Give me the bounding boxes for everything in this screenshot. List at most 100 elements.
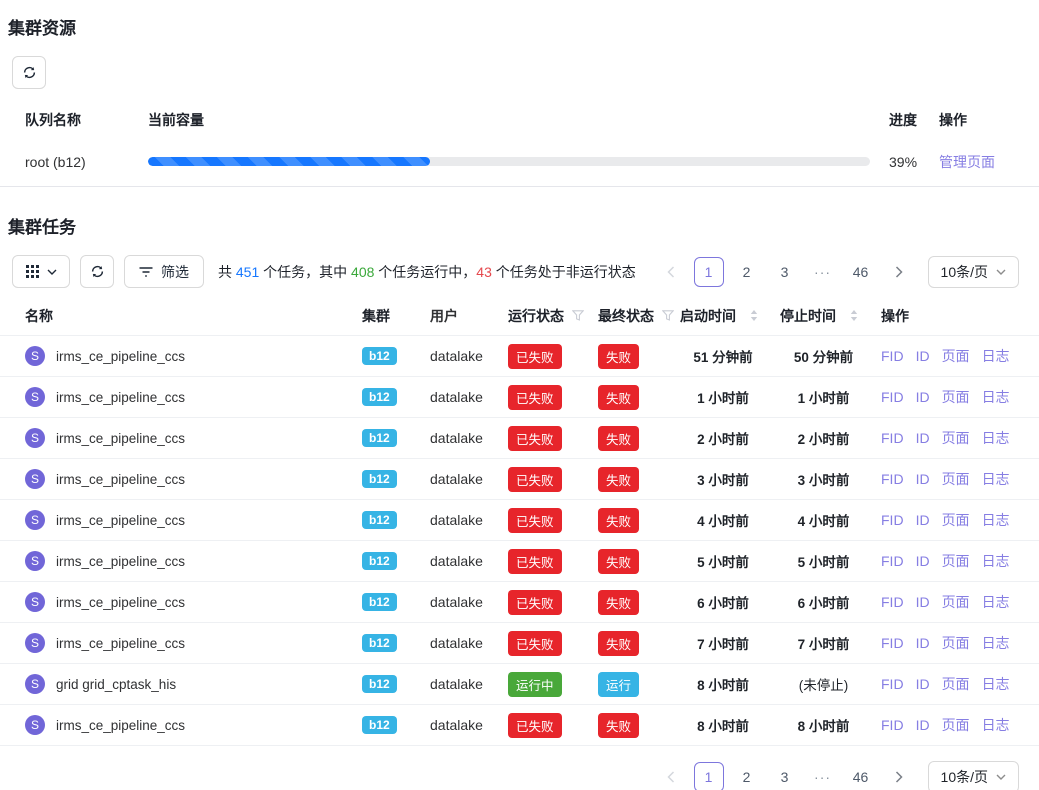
- fid-link[interactable]: FID: [881, 717, 904, 733]
- start-time: 1 小时前: [680, 387, 780, 407]
- avatar: S: [25, 387, 45, 407]
- task-row: S irms_ce_pipeline_ccs b12 datalake 已失败 …: [0, 418, 1039, 459]
- start-time: 7 小时前: [680, 633, 780, 653]
- cluster-tasks-title: 集群任务: [0, 213, 1039, 238]
- filter-funnel-icon[interactable]: [572, 310, 584, 321]
- final-status-badge: 失败: [598, 713, 639, 738]
- column-settings-button[interactable]: [12, 255, 70, 288]
- pagination-page-46[interactable]: 46: [846, 257, 876, 287]
- pagination-next-button[interactable]: [884, 762, 914, 790]
- task-name: irms_ce_pipeline_ccs: [56, 513, 185, 528]
- summary-text: 个任务运行中，: [374, 264, 476, 280]
- sort-icon[interactable]: [850, 310, 858, 321]
- page-link[interactable]: 页面: [942, 592, 970, 612]
- pagination-page-1[interactable]: 1: [694, 762, 724, 790]
- capacity-progress-bar: [148, 157, 870, 166]
- fid-link[interactable]: FID: [881, 635, 904, 651]
- log-link[interactable]: 日志: [982, 674, 1010, 694]
- column-header-action: 操作: [881, 306, 1019, 326]
- run-status-badge: 已失败: [508, 631, 562, 656]
- log-link[interactable]: 日志: [982, 592, 1010, 612]
- page-link[interactable]: 页面: [942, 715, 970, 735]
- column-header-action: 操作: [939, 110, 1019, 130]
- column-header-user: 用户: [430, 306, 508, 326]
- log-link[interactable]: 日志: [982, 469, 1010, 489]
- log-link[interactable]: 日志: [982, 387, 1010, 407]
- fid-link[interactable]: FID: [881, 553, 904, 569]
- id-link[interactable]: ID: [916, 389, 930, 405]
- pagination-prev-button[interactable]: [656, 762, 686, 790]
- log-link[interactable]: 日志: [982, 346, 1010, 366]
- id-link[interactable]: ID: [916, 676, 930, 692]
- pagination-next-button[interactable]: [884, 257, 914, 287]
- fid-link[interactable]: FID: [881, 348, 904, 364]
- log-link[interactable]: 日志: [982, 715, 1010, 735]
- log-link[interactable]: 日志: [982, 551, 1010, 571]
- filter-funnel-icon[interactable]: [662, 310, 674, 321]
- total-task-count: 451: [236, 264, 259, 280]
- page-link[interactable]: 页面: [942, 633, 970, 653]
- id-link[interactable]: ID: [916, 553, 930, 569]
- tasks-refresh-button[interactable]: [80, 255, 114, 288]
- stop-time: 8 小时前: [780, 715, 881, 735]
- task-name: irms_ce_pipeline_ccs: [56, 554, 185, 569]
- id-link[interactable]: ID: [916, 635, 930, 651]
- pagination-page-3[interactable]: 3: [770, 762, 800, 790]
- fid-link[interactable]: FID: [881, 594, 904, 610]
- id-link[interactable]: ID: [916, 348, 930, 364]
- avatar: S: [25, 633, 45, 653]
- page-link[interactable]: 页面: [942, 387, 970, 407]
- pagination-page-2[interactable]: 2: [732, 762, 762, 790]
- fid-link[interactable]: FID: [881, 471, 904, 487]
- pagination-page-1[interactable]: 1: [694, 257, 724, 287]
- id-link[interactable]: ID: [916, 717, 930, 733]
- tasks-table: 名称 集群 用户 运行状态 最终状态 启动时间: [0, 296, 1039, 746]
- task-user: datalake: [430, 676, 508, 692]
- resources-refresh-button[interactable]: [12, 56, 46, 89]
- sort-icon[interactable]: [750, 310, 758, 321]
- fid-link[interactable]: FID: [881, 430, 904, 446]
- cluster-badge: b12: [362, 552, 397, 570]
- pagination-page-46[interactable]: 46: [846, 762, 876, 790]
- start-time: 5 小时前: [680, 551, 780, 571]
- page-size-select[interactable]: 10条/页: [928, 256, 1019, 288]
- fid-link[interactable]: FID: [881, 676, 904, 692]
- final-status-badge: 失败: [598, 385, 639, 410]
- page-link[interactable]: 页面: [942, 510, 970, 530]
- filter-button[interactable]: 筛选: [124, 255, 204, 288]
- tasks-table-header: 名称 集群 用户 运行状态 最终状态 启动时间: [0, 296, 1039, 336]
- pagination-page-3[interactable]: 3: [770, 257, 800, 287]
- page-size-select[interactable]: 10条/页: [928, 761, 1019, 790]
- id-link[interactable]: ID: [916, 471, 930, 487]
- run-status-badge: 已失败: [508, 508, 562, 533]
- pagination-ellipsis[interactable]: ···: [808, 257, 838, 287]
- task-user: datalake: [430, 635, 508, 651]
- progress-percent: 39%: [889, 154, 939, 170]
- stop-time: 6 小时前: [780, 592, 881, 612]
- id-link[interactable]: ID: [916, 430, 930, 446]
- log-link[interactable]: 日志: [982, 633, 1010, 653]
- run-status-badge: 已失败: [508, 344, 562, 369]
- pagination-prev-button[interactable]: [656, 257, 686, 287]
- pagination-ellipsis[interactable]: ···: [808, 762, 838, 790]
- summary-text: 个任务，其中: [259, 264, 351, 280]
- page-link[interactable]: 页面: [942, 551, 970, 571]
- cluster-resources-title: 集群资源: [0, 14, 1039, 39]
- resource-row: root (b12) 39% 管理页面: [0, 137, 1039, 187]
- fid-link[interactable]: FID: [881, 389, 904, 405]
- task-row: S irms_ce_pipeline_ccs b12 datalake 已失败 …: [0, 623, 1039, 664]
- run-status-badge: 已失败: [508, 549, 562, 574]
- id-link[interactable]: ID: [916, 512, 930, 528]
- fid-link[interactable]: FID: [881, 512, 904, 528]
- page-link[interactable]: 页面: [942, 346, 970, 366]
- page-link[interactable]: 页面: [942, 469, 970, 489]
- cluster-badge: b12: [362, 511, 397, 529]
- page-link[interactable]: 页面: [942, 674, 970, 694]
- log-link[interactable]: 日志: [982, 428, 1010, 448]
- log-link[interactable]: 日志: [982, 510, 1010, 530]
- task-name: irms_ce_pipeline_ccs: [56, 595, 185, 610]
- page-link[interactable]: 页面: [942, 428, 970, 448]
- manage-page-link[interactable]: 管理页面: [939, 154, 995, 170]
- id-link[interactable]: ID: [916, 594, 930, 610]
- pagination-page-2[interactable]: 2: [732, 257, 762, 287]
